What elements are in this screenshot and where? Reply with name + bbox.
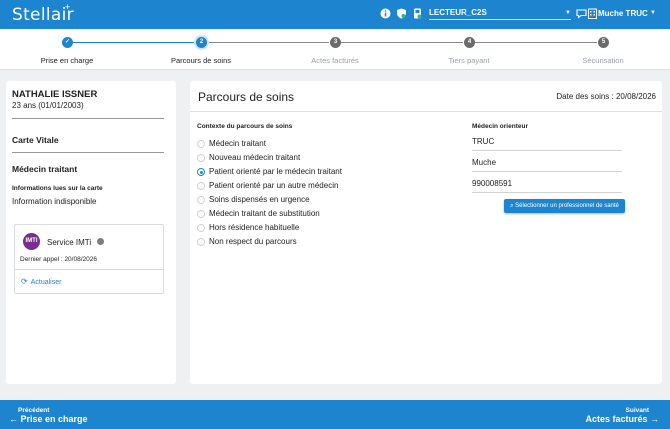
radio-button[interactable] bbox=[197, 182, 205, 190]
orienteur-first-name-field[interactable]: Muche bbox=[472, 156, 622, 172]
radio-label[interactable]: Non respect du parcours bbox=[209, 237, 297, 246]
imti-service-card: IMTI Service IMTi Dernier appel : 20/08/… bbox=[14, 224, 164, 294]
next-step-label: Actes facturés bbox=[585, 414, 648, 424]
patient-panel: NATHALIE ISSNER 23 ans (01/01/2003) Cart… bbox=[6, 81, 176, 384]
patient-age: 23 ans (01/01/2003) bbox=[12, 101, 84, 110]
chevron-down-icon: ▼ bbox=[650, 10, 656, 16]
user-menu[interactable]: Muche TRUC bbox=[598, 9, 648, 18]
radio-label[interactable]: Hors résidence habituelle bbox=[209, 223, 299, 232]
imti-service-name: Service IMTi bbox=[47, 238, 92, 247]
building-icon bbox=[587, 8, 598, 19]
step-connector bbox=[73, 42, 195, 43]
search-user-icon: ⌕ bbox=[510, 203, 514, 209]
step-connector bbox=[207, 42, 329, 43]
radio-button-checked[interactable] bbox=[197, 168, 205, 176]
step-1-circle[interactable]: ✓ bbox=[62, 37, 73, 48]
card-info-title: Informations lues sur la carte bbox=[12, 185, 103, 192]
radio-button[interactable] bbox=[197, 196, 205, 204]
card-reader-icon[interactable] bbox=[412, 8, 423, 19]
reader-value: LECTEUR_C2S bbox=[429, 8, 487, 17]
arrow-right-icon: → bbox=[650, 414, 659, 424]
orienteur-title: Médecin orienteur bbox=[472, 123, 528, 130]
step-2-label[interactable]: Parcours de soins bbox=[171, 56, 231, 65]
shield-icon[interactable] bbox=[396, 8, 407, 19]
chat-icon[interactable] bbox=[576, 8, 587, 19]
step-2-circle[interactable]: 2 bbox=[196, 37, 207, 48]
chevron-down-icon: ▼ bbox=[565, 10, 571, 16]
step-5-label[interactable]: Sécurisation bbox=[582, 56, 623, 65]
select-professional-button[interactable]: ⌕ Sélectionner un professionnel de santé bbox=[504, 199, 625, 213]
select-professional-label: Sélectionner un professionnel de santé bbox=[515, 203, 619, 209]
imti-last-call: Dernier appel : 20/08/2026 bbox=[20, 256, 97, 263]
divider bbox=[15, 269, 163, 270]
orienteur-last-name-field[interactable]: TRUC bbox=[472, 135, 622, 151]
top-bar: Stellair + LECTEUR_C2S ▼ Muche TRUC ▼ bbox=[0, 0, 670, 29]
status-dot bbox=[97, 238, 104, 245]
step-connector bbox=[341, 42, 463, 43]
radio-label[interactable]: Soins dispensés en urgence bbox=[209, 195, 310, 204]
page-title: Parcours de soins bbox=[198, 90, 295, 104]
care-date: Date des soins : 20/08/2026 bbox=[556, 92, 656, 101]
next-small-label: Suivant bbox=[625, 407, 649, 414]
step-3-circle[interactable]: 3 bbox=[330, 37, 341, 48]
divider bbox=[190, 111, 662, 112]
step-1-label[interactable]: Prise en charge bbox=[41, 56, 94, 65]
radio-button[interactable] bbox=[197, 154, 205, 162]
radio-label[interactable]: Médecin traitant de substitution bbox=[209, 209, 320, 218]
patient-name: NATHALIE ISSNER bbox=[12, 89, 98, 100]
previous-step-label: Prise en charge bbox=[20, 414, 88, 424]
step-connector bbox=[475, 42, 597, 43]
radio-button[interactable] bbox=[197, 210, 205, 218]
step-5-circle[interactable]: 5 bbox=[598, 37, 609, 48]
radio-label[interactable]: Patient orienté par un autre médecin bbox=[209, 181, 338, 190]
divider bbox=[12, 118, 164, 119]
info-icon[interactable] bbox=[380, 8, 391, 19]
step-3-label[interactable]: Actes facturés bbox=[311, 56, 359, 65]
radio-label[interactable]: Nouveau médecin traitant bbox=[209, 153, 300, 162]
bottom-nav-bar: Précédent ← Prise en charge Suivant Acte… bbox=[0, 400, 670, 429]
radio-button[interactable] bbox=[197, 238, 205, 246]
medecin-traitant-title: Médecin traitant bbox=[12, 164, 78, 174]
radio-label[interactable]: Médecin traitant bbox=[209, 139, 266, 148]
radio-button[interactable] bbox=[197, 140, 205, 148]
step-4-circle[interactable]: 4 bbox=[464, 37, 475, 48]
stepper: ✓ 2 3 4 5 Prise en charge Parcours de so… bbox=[0, 29, 670, 70]
card-info-value: Information indisponible bbox=[12, 197, 97, 206]
previous-small-label: Précédent bbox=[18, 407, 50, 414]
previous-button[interactable]: Précédent ← Prise en charge bbox=[9, 407, 88, 424]
imti-logo: IMTI bbox=[23, 233, 40, 250]
divider bbox=[12, 152, 164, 153]
arrow-left-icon: ← bbox=[9, 414, 18, 424]
care-pathway-panel: Parcours de soins Date des soins : 20/08… bbox=[190, 81, 662, 384]
step-4-label[interactable]: Tiers payant bbox=[449, 56, 490, 65]
logo-plus: + bbox=[65, 2, 71, 12]
next-button[interactable]: Suivant Actes facturés → bbox=[585, 407, 659, 424]
radio-button[interactable] bbox=[197, 224, 205, 232]
orienteur-id-field[interactable]: 990008591 bbox=[472, 177, 622, 193]
carte-vitale-title[interactable]: Carte Vitale bbox=[12, 135, 59, 145]
context-title: Contexte du parcours de soins bbox=[197, 123, 293, 130]
radio-label[interactable]: Patient orienté par le médecin traitant bbox=[209, 167, 342, 176]
refresh-icon: ⟳ bbox=[21, 277, 28, 286]
refresh-label: Actualiser bbox=[30, 279, 62, 286]
reader-select[interactable]: LECTEUR_C2S ▼ bbox=[429, 8, 571, 20]
refresh-button[interactable]: ⟳ Actualiser bbox=[21, 277, 61, 286]
